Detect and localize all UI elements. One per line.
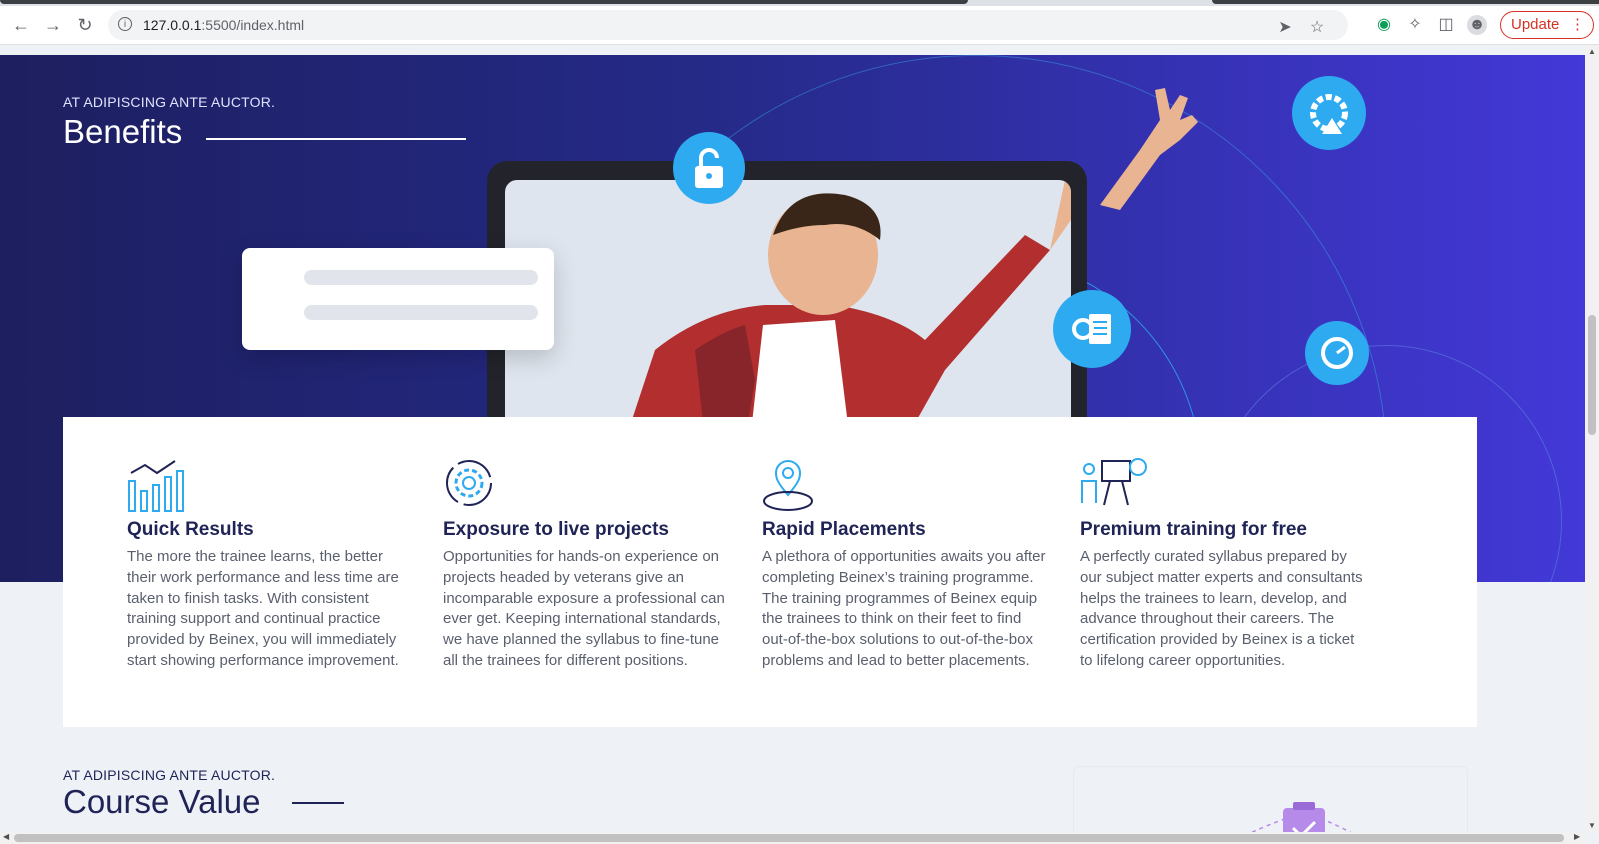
benefit-title: Quick Results xyxy=(127,519,254,540)
url-path: :5500/index.html xyxy=(201,17,305,33)
gear-icon xyxy=(443,457,728,515)
unlock-badge xyxy=(673,132,745,204)
scroll-left-icon[interactable]: ◀ xyxy=(3,832,9,841)
benefits-eyebrow: AT ADIPISCING ANTE AUCTOR. xyxy=(63,94,276,110)
reload-icon[interactable]: ↻ xyxy=(74,14,96,36)
skeleton-line xyxy=(304,305,538,320)
location-pin-icon xyxy=(762,457,1047,515)
page-viewport: AT ADIPISCING ANTE AUCTOR. Benefits Quic… xyxy=(0,45,1585,832)
course-eyebrow: AT ADIPISCING ANTE AUCTOR. xyxy=(63,767,276,783)
title-underline xyxy=(292,802,344,804)
benefit-item-live-projects: Exposure to live projects Opportunities … xyxy=(443,457,728,672)
benefit-text: The more the trainee learns, the better … xyxy=(127,548,399,669)
horizontal-scrollbar[interactable]: ◀ ▶ xyxy=(0,832,1585,844)
benefit-text: Opportunities for hands-on experience on… xyxy=(443,548,725,669)
bookmark-star-icon[interactable]: ☆ xyxy=(1308,17,1326,37)
tab-bar-right xyxy=(1212,0,1599,4)
course-title: Course Value xyxy=(63,783,261,820)
course-illustration xyxy=(1073,766,1468,832)
benefits-title: Benefits xyxy=(63,113,183,150)
grammarly-extension-icon[interactable]: ◉ xyxy=(1374,15,1394,35)
tab-bar-left xyxy=(0,0,968,4)
update-label: Update xyxy=(1511,16,1560,33)
course-value-section: AT ADIPISCING ANTE AUCTOR. Course Value xyxy=(0,745,1585,832)
skeleton-card xyxy=(242,248,554,350)
extensions-puzzle-icon[interactable]: ✧ xyxy=(1405,15,1425,35)
benefit-text: A plethora of opportunities awaits you a… xyxy=(762,548,1046,669)
documents-badge xyxy=(1053,290,1131,368)
url-text[interactable]: 127.0.0.1:5500/index.html xyxy=(143,17,304,33)
man-illustration xyxy=(625,180,1071,441)
address-bar[interactable]: i 127.0.0.1:5500/index.html ➤ ☆ xyxy=(108,10,1348,40)
skeleton-line xyxy=(304,270,538,285)
scroll-down-icon[interactable]: ▼ xyxy=(1585,821,1599,830)
vertical-scrollbar[interactable]: ▲ ▼ xyxy=(1585,45,1599,832)
settings-alert-badge xyxy=(1292,76,1366,150)
url-host: 127.0.0.1 xyxy=(143,17,202,33)
vertical-scroll-thumb[interactable] xyxy=(1588,315,1596,435)
send-tab-icon[interactable]: ➤ xyxy=(1276,17,1294,37)
title-underline xyxy=(206,138,466,140)
benefit-item-rapid-placements: Rapid Placements A plethora of opportuni… xyxy=(762,457,1047,672)
benefit-text: A perfectly curated syllabus prepared by… xyxy=(1080,548,1363,669)
profile-avatar-icon[interactable]: ☻ xyxy=(1467,15,1487,35)
unlock-icon xyxy=(695,148,723,188)
browser-toolbar: ← → ↻ i 127.0.0.1:5500/index.html ➤ ☆ ◉ … xyxy=(0,6,1599,45)
horizontal-scroll-thumb[interactable] xyxy=(14,834,1564,842)
briefcase-check-icon xyxy=(1250,802,1352,832)
bar-chart-icon xyxy=(127,457,412,515)
document-gear-icon xyxy=(1072,314,1111,344)
back-icon[interactable]: ← xyxy=(10,14,32,36)
forward-icon[interactable]: → xyxy=(42,14,64,36)
scroll-right-icon[interactable]: ▶ xyxy=(1574,832,1580,841)
benefit-item-quick-results: Quick Results The more the trainee learn… xyxy=(127,457,412,672)
benefit-item-premium-training: Premium training for free A perfectly cu… xyxy=(1080,457,1365,672)
speed-badge xyxy=(1305,321,1369,385)
presentation-award-icon xyxy=(1080,457,1365,515)
more-menu-icon[interactable]: ⋮ xyxy=(1570,12,1585,38)
benefits-cards: Quick Results The more the trainee learn… xyxy=(63,417,1477,727)
speedometer-icon xyxy=(1321,337,1353,369)
scroll-up-icon[interactable]: ▲ xyxy=(1585,47,1599,56)
benefit-title: Rapid Placements xyxy=(762,519,926,540)
gear-warning-icon xyxy=(1310,94,1348,134)
raised-hand xyxy=(1100,88,1198,210)
update-button[interactable]: Update ⋮ xyxy=(1500,11,1594,39)
benefit-title: Premium training for free xyxy=(1080,519,1307,540)
site-info-icon[interactable]: i xyxy=(118,17,132,31)
laptop-screen xyxy=(505,180,1071,441)
side-panel-icon[interactable]: ◫ xyxy=(1436,15,1456,35)
benefit-title: Exposure to live projects xyxy=(443,519,669,540)
